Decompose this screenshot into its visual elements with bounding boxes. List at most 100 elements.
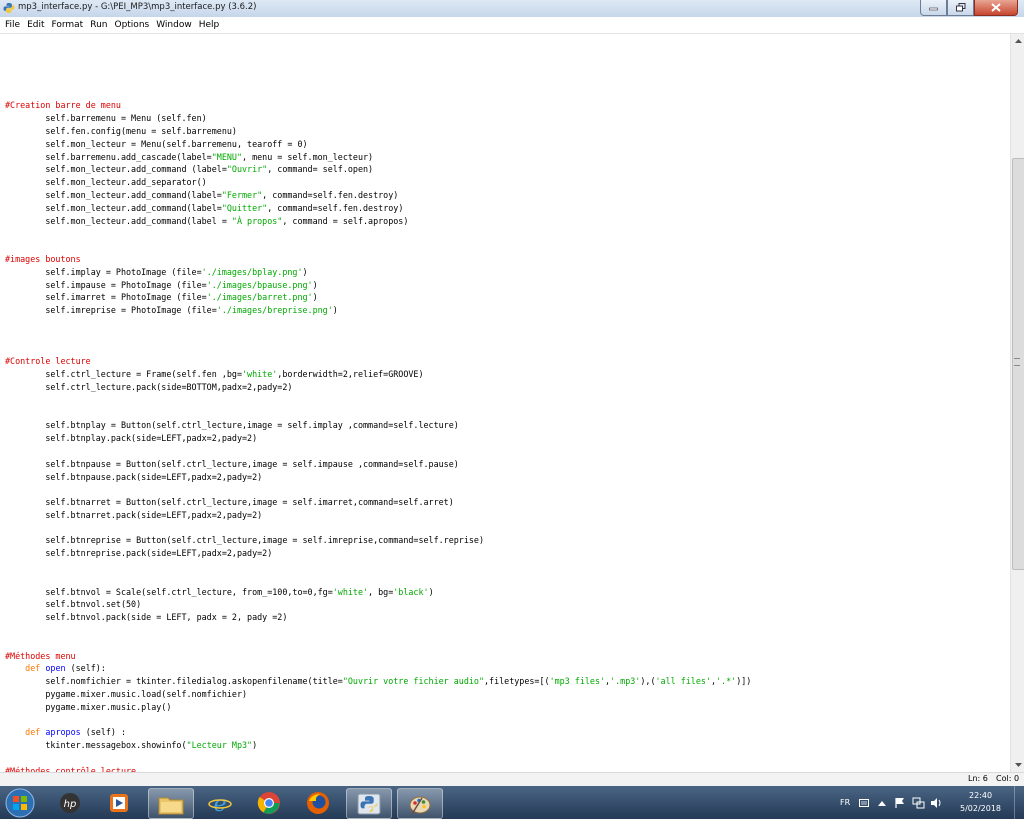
code-line[interactable]: self.btnreprise.pack(side=LEFT,padx=2,pa… [5,547,751,560]
taskbar-paint[interactable] [397,788,443,819]
action-center-flag-icon[interactable] [894,797,906,809]
code-line[interactable] [5,330,751,343]
code-line[interactable]: self.mon_lecteur = Menu(self.barremenu, … [5,138,751,151]
keyboard-icon[interactable] [859,799,869,807]
menu-format[interactable]: Format [52,20,84,30]
code-line[interactable] [5,74,751,87]
taskbar-file-explorer[interactable] [148,788,194,819]
code-line[interactable]: def apropos (self) : [5,726,751,739]
code-line[interactable]: self.btnvol = Scale(self.ctrl_lecture, f… [5,586,751,599]
code-line[interactable]: self.btnvol.pack(side = LEFT, padx = 2, … [5,611,751,624]
clock-date[interactable]: 5/02/2018 [960,804,1001,813]
show-desktop-button[interactable] [1014,786,1024,819]
taskbar-python-idle[interactable] [346,788,392,819]
taskbar-chrome[interactable] [250,788,288,817]
menu-window[interactable]: Window [156,20,192,30]
taskbar-hp[interactable]: hp [51,788,89,817]
code-line[interactable]: #images boutons [5,253,751,266]
code-line[interactable]: self.btnpause.pack(side=LEFT,padx=2,pady… [5,471,751,484]
code-line[interactable] [5,61,751,74]
code-line[interactable] [5,87,751,100]
code-line[interactable] [5,560,751,573]
code-line[interactable]: self.imarret = PhotoImage (file='./image… [5,291,751,304]
code-line[interactable]: self.mon_lecteur.add_command (label="Ouv… [5,163,751,176]
menu-file[interactable]: File [5,20,20,30]
taskbar-media-player[interactable] [100,788,138,817]
hp-icon: hp [60,792,80,813]
maximize-button[interactable] [947,0,974,16]
internet-explorer-icon: e [208,792,232,815]
code-line[interactable]: self.mon_lecteur.add_command(label = "À … [5,215,751,228]
code-line[interactable]: self.impause = PhotoImage (file='./image… [5,279,751,292]
code-line[interactable] [5,714,751,727]
code-line[interactable]: self.btnreprise = Button(self.ctrl_lectu… [5,534,751,547]
code-line[interactable] [5,445,751,458]
system-tray: FR 22:40 5/02/2018 [834,786,1024,819]
taskbar-internet-explorer[interactable]: e [201,788,239,817]
code-line[interactable] [5,317,751,330]
code-line[interactable]: self.implay = PhotoImage (file='./images… [5,266,751,279]
minimize-button[interactable] [920,0,947,16]
title-bar[interactable]: mp3_interface.py - G:\PEI_MP3\mp3_interf… [0,0,1024,18]
code-line[interactable]: pygame.mixer.music.load(self.nomfichier) [5,688,751,701]
menu-edit[interactable]: Edit [27,20,44,30]
code-line[interactable]: self.ctrl_lecture.pack(side=BOTTOM,padx=… [5,381,751,394]
code-text[interactable]: #Creation barre de menu self.barremenu =… [5,61,751,772]
show-hidden-icons-icon[interactable] [878,800,886,806]
scroll-down-button[interactable] [1011,758,1024,772]
code-line[interactable] [5,407,751,420]
code-line[interactable]: self.btnpause = Button(self.ctrl_lecture… [5,458,751,471]
network-icon[interactable] [912,797,925,809]
menu-help[interactable]: Help [199,20,220,30]
code-line[interactable]: self.fen.config(menu = self.barremenu) [5,125,751,138]
code-line[interactable]: pygame.mixer.music.play() [5,701,751,714]
code-token-plain: self.btnplay.pack(side=LEFT,padx=2,pady=… [5,433,258,444]
code-token-str: './images/bplay.png' [201,266,303,277]
code-line[interactable] [5,227,751,240]
code-line[interactable]: self.mon_lecteur.add_command(label="Quit… [5,202,751,215]
code-line[interactable]: def open (self): [5,662,751,675]
volume-icon[interactable] [930,797,943,809]
code-line[interactable]: self.btnarret.pack(side=LEFT,padx=2,pady… [5,509,751,522]
code-line[interactable] [5,343,751,356]
code-line[interactable] [5,240,751,253]
code-line[interactable] [5,752,751,765]
clock-time[interactable]: 22:40 [969,791,992,800]
menu-run[interactable]: Run [90,20,107,30]
code-line[interactable]: self.mon_lecteur.add_command(label="Ferm… [5,189,751,202]
scroll-up-button[interactable] [1011,34,1024,48]
menu-options[interactable]: Options [114,20,149,30]
code-line[interactable]: #Méthodes menu [5,650,751,663]
code-line[interactable]: #Méthodes contrôle lecture [5,765,751,772]
code-line[interactable]: self.mon_lecteur.add_separator() [5,176,751,189]
code-line[interactable] [5,573,751,586]
code-line[interactable] [5,637,751,650]
code-line[interactable]: self.btnvol.set(50) [5,598,751,611]
code-line[interactable]: self.barremenu.add_cascade(label="MENU",… [5,151,751,164]
code-line[interactable]: self.btnplay.pack(side=LEFT,padx=2,pady=… [5,432,751,445]
code-line[interactable]: self.ctrl_lecture = Frame(self.fen ,bg='… [5,368,751,381]
code-editor[interactable]: #Creation barre de menu self.barremenu =… [0,34,1010,772]
start-button[interactable] [4,787,36,819]
vertical-scrollbar[interactable] [1010,34,1024,772]
python-file-icon [3,3,15,13]
code-line[interactable]: self.btnplay = Button(self.ctrl_lecture,… [5,419,751,432]
language-indicator[interactable]: FR [840,798,850,807]
code-line[interactable]: self.nomfichier = tkinter.filedialog.ask… [5,675,751,688]
minimize-icon [929,7,938,10]
code-line[interactable]: self.barremenu = Menu (self.fen) [5,112,751,125]
code-line[interactable]: tkinter.messagebox.showinfo("Lecteur Mp3… [5,739,751,752]
media-player-icon [110,793,128,812]
code-line[interactable] [5,624,751,637]
code-line[interactable]: #Creation barre de menu [5,99,751,112]
code-line[interactable] [5,522,751,535]
code-token-plain: self.btnvol = Scale(self.ctrl_lecture, f… [5,586,333,597]
close-button[interactable] [974,0,1018,16]
code-line[interactable]: self.btnarret = Button(self.ctrl_lecture… [5,496,751,509]
code-line[interactable]: #Controle lecture [5,355,751,368]
code-line[interactable]: self.imreprise = PhotoImage (file='./ima… [5,304,751,317]
taskbar-firefox[interactable] [299,788,337,817]
code-token-plain: ) [332,305,338,316]
code-line[interactable] [5,394,751,407]
code-line[interactable] [5,483,751,496]
